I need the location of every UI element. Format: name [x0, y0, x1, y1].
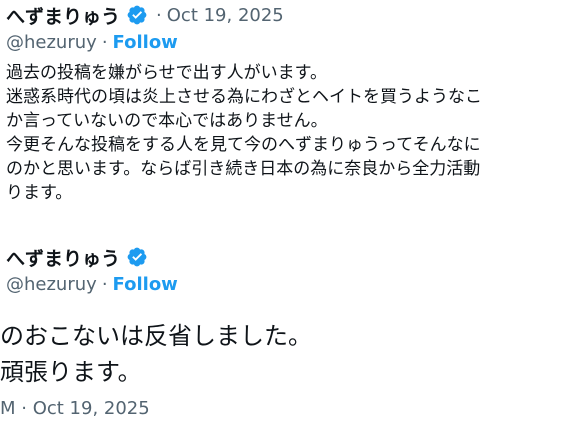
handle-separator: ·: [101, 274, 108, 295]
post-two-line: のおこないは反省しました。: [0, 322, 312, 350]
post-one-text: 過去の投稿を嫌がらせで出す人がいます。 迷惑系時代の頃は炎上させる為にわざとヘイ…: [6, 61, 576, 205]
post-one-line: 今更そんな投稿をする人を見て今のへずまりゅうってそんなに: [6, 135, 481, 155]
verified-badge-icon: [126, 246, 148, 268]
post-two-timestamp[interactable]: M · Oct 19, 2025: [0, 398, 150, 419]
post-one-line: のかと思います。ならば引き続き日本の為に奈良から全力活動: [6, 159, 481, 179]
post-one-line: ります。: [6, 183, 73, 203]
post-two-handle-row: @hezuruy · Follow: [6, 274, 178, 295]
post-one-handle[interactable]: @hezuruy: [6, 32, 97, 53]
handle-separator: ·: [101, 32, 108, 53]
post-one-line: 迷惑系時代の頃は炎上させる為にわざとヘイトを買うようなこ: [6, 87, 482, 107]
post-two-text: のおこないは反省しました。 頑張ります。: [0, 318, 576, 390]
post-one-display-name[interactable]: へずまりゅう: [6, 2, 120, 29]
post-one-handle-row: @hezuruy · Follow: [6, 32, 178, 53]
post-two-header: へずまりゅう: [6, 244, 148, 270]
post-two-line: 頑張ります。: [0, 358, 142, 386]
header-dot: ·: [156, 4, 162, 26]
post-one-header: へずまりゅう · Oct 19, 2025: [6, 2, 284, 28]
post-one-line: 過去の投稿を嫌がらせで出す人がいます。: [6, 63, 327, 83]
post-one-timestamp[interactable]: Oct 19, 2025: [167, 5, 284, 26]
post-two-handle[interactable]: @hezuruy: [6, 274, 97, 295]
post-two-follow-button[interactable]: Follow: [113, 274, 178, 295]
post-two-display-name[interactable]: へずまりゅう: [6, 244, 120, 271]
post-one-follow-button[interactable]: Follow: [113, 32, 178, 53]
verified-badge-icon: [126, 4, 148, 26]
post-one-line: か言っていないので本心ではありません。: [6, 111, 328, 131]
